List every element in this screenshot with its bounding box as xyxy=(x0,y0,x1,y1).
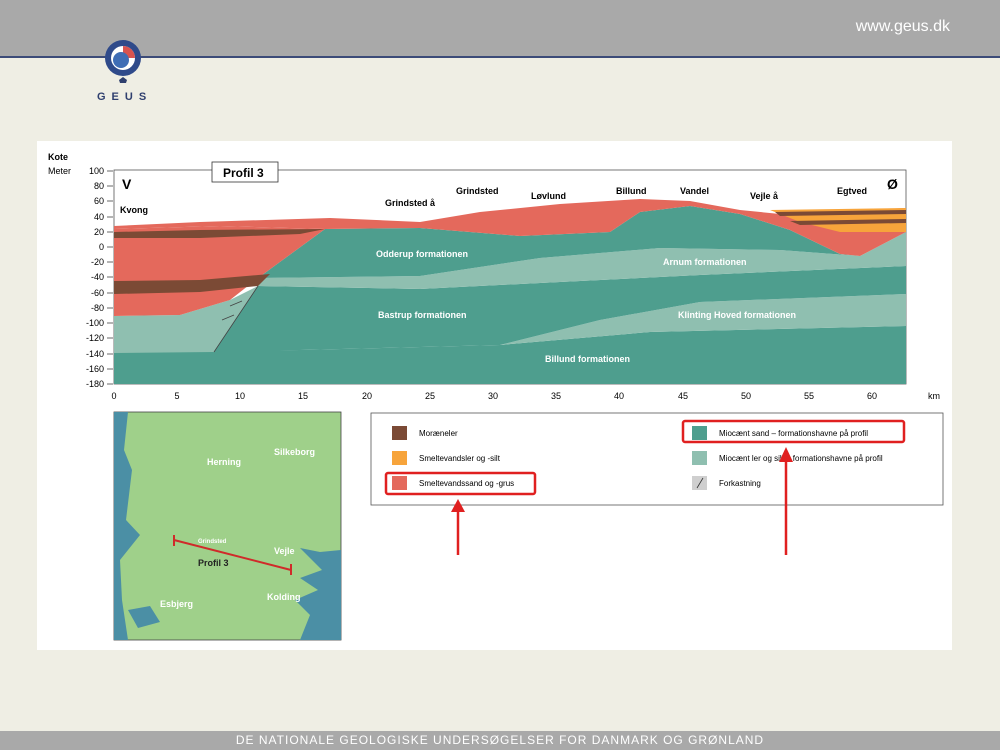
y-axis-label-kote: Kote xyxy=(48,152,68,162)
y-tick: -120 xyxy=(86,333,104,343)
x-tick: 5 xyxy=(174,391,179,401)
x-tick: 0 xyxy=(111,391,116,401)
geological-profile-figure: Kote Meter 100 80 60 40 20 0 -20 -40 -60… xyxy=(48,152,944,641)
y-axis-label-meter: Meter xyxy=(48,166,71,176)
y-tick: 60 xyxy=(94,196,104,206)
legend-label: Smeltevandssand og -grus xyxy=(419,479,514,488)
map-label: Herning xyxy=(207,457,241,467)
x-tick: 55 xyxy=(804,391,814,401)
map-label: Grindsted xyxy=(198,539,227,545)
place-label: Grindsted xyxy=(456,186,499,196)
x-tick: 35 xyxy=(551,391,561,401)
x-tick: 50 xyxy=(741,391,751,401)
y-tick: 100 xyxy=(89,166,104,176)
x-tick: 20 xyxy=(362,391,372,401)
formation-label: Klinting Hoved formationen xyxy=(678,310,796,320)
billund-formation-layer xyxy=(114,354,906,384)
map-label: Silkeborg xyxy=(274,447,315,457)
figure-panel: Kote Meter 100 80 60 40 20 0 -20 -40 -60… xyxy=(37,141,952,650)
footer-text: DE NATIONALE GEOLOGISKE UNDERSØGELSER FO… xyxy=(235,733,765,747)
legend-swatch xyxy=(692,426,707,440)
formation-label: Arnum formationen xyxy=(663,257,747,267)
x-tick: 15 xyxy=(298,391,308,401)
legend-swatch xyxy=(392,426,407,440)
y-tick: -180 xyxy=(86,379,104,389)
west-label: V xyxy=(122,176,132,192)
y-tick-marks xyxy=(107,170,113,385)
legend-swatch xyxy=(392,476,407,490)
map-label: Kolding xyxy=(267,592,301,602)
y-tick: -160 xyxy=(86,364,104,374)
x-tick: 60 xyxy=(867,391,877,401)
place-label: Billund xyxy=(616,186,647,196)
legend-swatch xyxy=(692,476,707,490)
east-label: Ø xyxy=(887,176,898,192)
legend-label: Miocænt ler og silt – formationshavne på… xyxy=(719,454,883,463)
y-tick: 20 xyxy=(94,227,104,237)
legend-label: Moræneler xyxy=(419,429,458,438)
y-tick: 0 xyxy=(99,242,104,252)
place-label: Vandel xyxy=(680,186,709,196)
map-label: Esbjerg xyxy=(160,599,193,609)
x-tick: 45 xyxy=(678,391,688,401)
formation-label: Bastrup formationen xyxy=(378,310,467,320)
legend-label: Miocænt sand – formationshavne på profil xyxy=(719,429,868,438)
y-tick: -100 xyxy=(86,318,104,328)
y-tick: -140 xyxy=(86,349,104,359)
x-ticks: 0 5 10 15 20 25 30 35 40 45 50 55 60 km xyxy=(111,391,940,401)
y-tick: -60 xyxy=(91,288,104,298)
legend-swatch xyxy=(392,451,407,465)
y-tick: 40 xyxy=(94,212,104,222)
x-tick: 30 xyxy=(488,391,498,401)
legend: Moræneler Smeltevandsler og -silt Smelte… xyxy=(370,412,944,506)
place-label: Kvong xyxy=(120,205,148,215)
x-tick: 10 xyxy=(235,391,245,401)
place-label: Løvlund xyxy=(531,191,566,201)
footer-bar: DE NATIONALE GEOLOGISKE UNDERSØGELSER FO… xyxy=(0,731,1000,750)
legend-swatch xyxy=(692,451,707,465)
profile-title: Profil 3 xyxy=(223,166,264,180)
logo-text: GEUS xyxy=(97,91,153,103)
y-tick: 80 xyxy=(94,181,104,191)
map-label: Vejle xyxy=(274,546,295,556)
legend-label: Forkastning xyxy=(719,479,761,488)
place-label: Egtved xyxy=(837,186,867,196)
place-label: Grindsted å xyxy=(385,198,436,208)
x-tick: 40 xyxy=(614,391,624,401)
x-tick: 25 xyxy=(425,391,435,401)
formation-label: Odderup formationen xyxy=(376,249,468,259)
y-tick: -40 xyxy=(91,272,104,282)
y-tick: -20 xyxy=(91,257,104,267)
formation-label: Billund formationen xyxy=(545,354,630,364)
legend-label: Smeltevandsler og -silt xyxy=(419,454,501,463)
x-unit-label: km xyxy=(928,391,940,401)
website-url[interactable]: www.geus.dk xyxy=(856,18,950,36)
map-label: Profil 3 xyxy=(198,558,229,568)
place-label: Vejle å xyxy=(750,191,779,201)
location-map: Herning Silkeborg Grindsted Profil 3 Vej… xyxy=(113,411,342,641)
arrow-up-icon xyxy=(451,499,465,555)
y-ticks: 100 80 60 40 20 0 -20 -40 -60 -80 -100 -… xyxy=(86,166,104,389)
y-tick: -80 xyxy=(91,303,104,313)
